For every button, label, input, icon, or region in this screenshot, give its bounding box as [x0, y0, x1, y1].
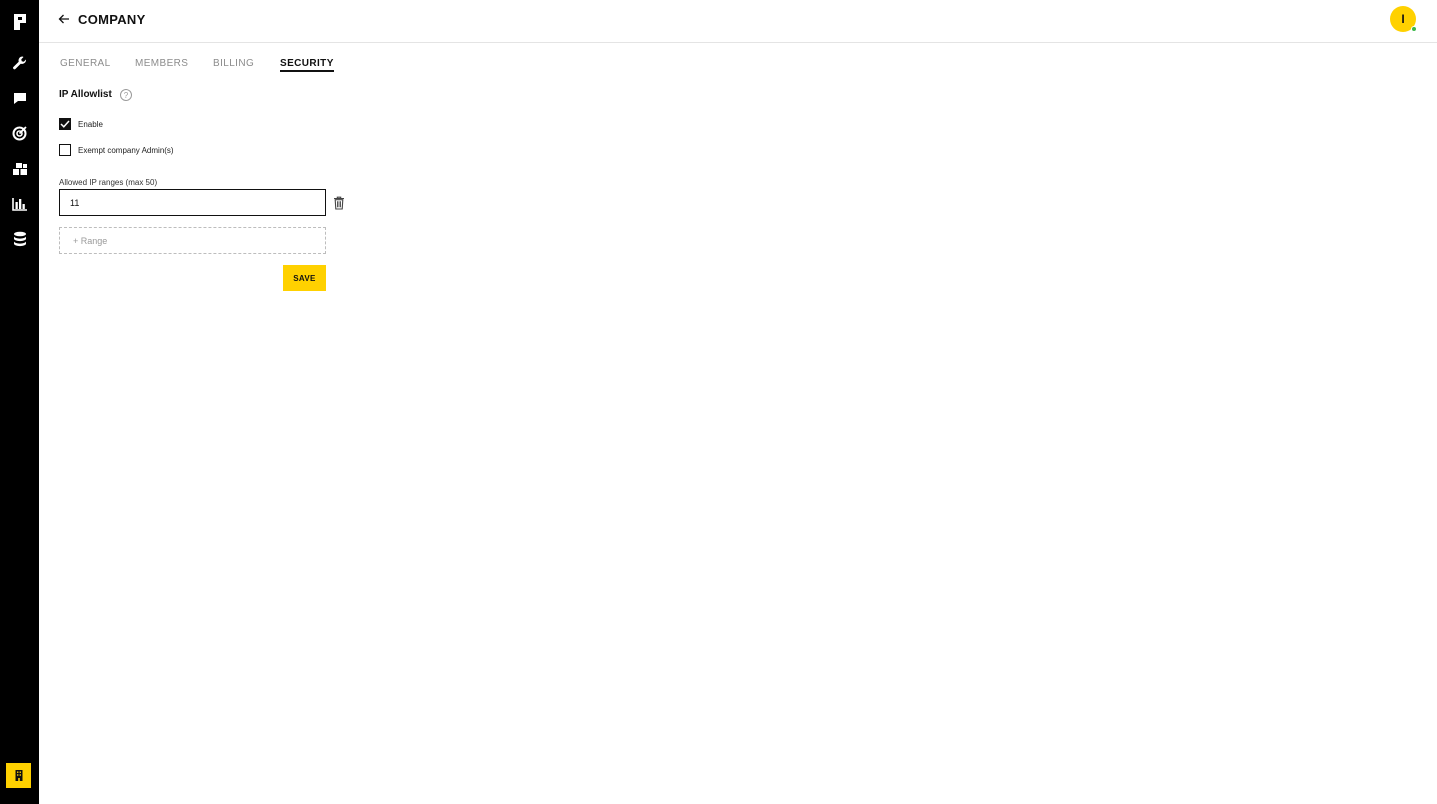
- enable-checkbox[interactable]: [59, 118, 71, 130]
- tab-general[interactable]: GENERAL: [60, 58, 111, 69]
- delete-range-button[interactable]: [332, 195, 346, 210]
- target-icon[interactable]: [0, 121, 39, 145]
- ip-range-input[interactable]: [59, 189, 326, 216]
- check-icon: [60, 120, 70, 128]
- tab-members[interactable]: MEMBERS: [135, 58, 188, 69]
- arrow-left-icon: [58, 14, 69, 24]
- page-title: COMPANY: [78, 12, 146, 27]
- enable-row: Enable: [59, 117, 103, 131]
- trash-icon: [334, 196, 344, 210]
- ip-ranges-label: Allowed IP ranges (max 50): [59, 178, 158, 187]
- tab-billing[interactable]: BILLING: [213, 58, 254, 69]
- blocks-icon[interactable]: [0, 157, 39, 181]
- database-icon[interactable]: [0, 227, 39, 251]
- exempt-admins-checkbox[interactable]: [59, 144, 71, 156]
- save-button[interactable]: SAVE: [283, 265, 326, 291]
- exempt-row: Exempt company Admin(s): [59, 143, 174, 157]
- exempt-admins-label: Exempt company Admin(s): [78, 145, 174, 155]
- tab-security[interactable]: SECURITY: [280, 58, 334, 72]
- section-title: IP Allowlist: [59, 89, 112, 100]
- logo-icon[interactable]: [0, 10, 39, 34]
- header: COMPANY I: [39, 0, 1437, 43]
- building-icon[interactable]: [6, 763, 31, 788]
- online-status-dot: [1411, 26, 1417, 32]
- chat-icon[interactable]: [0, 86, 39, 110]
- enable-label: Enable: [78, 119, 103, 129]
- back-button[interactable]: [55, 10, 73, 28]
- add-range-button[interactable]: + Range: [59, 227, 326, 254]
- help-icon[interactable]: ?: [120, 89, 132, 101]
- bar-chart-icon[interactable]: [0, 192, 39, 216]
- wrench-icon[interactable]: [0, 51, 39, 75]
- sidebar: [0, 0, 39, 804]
